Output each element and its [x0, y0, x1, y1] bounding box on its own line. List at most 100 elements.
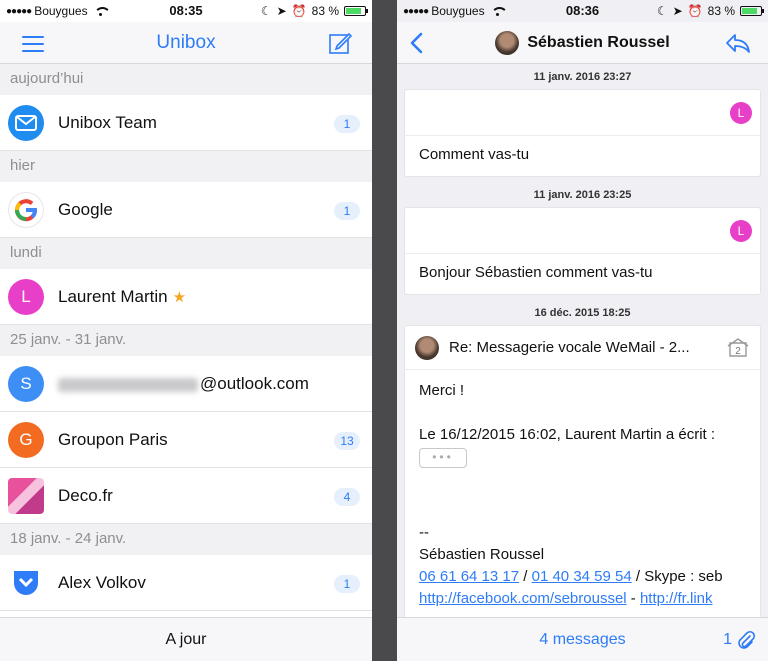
battery-percent: 83 % [707, 4, 735, 18]
battery-percent: 83 % [311, 4, 339, 18]
signature-separator: -- [419, 524, 429, 541]
shield-logo-icon [8, 565, 44, 601]
moon-icon: ☾ [260, 4, 272, 18]
message-header: L [405, 208, 760, 254]
compose-icon[interactable] [328, 31, 352, 55]
nav-bar: Unibox [0, 22, 372, 64]
unread-badge: 1 [334, 202, 360, 220]
battery-icon [344, 6, 368, 16]
section-header: 25 janv. - 31 janv. [0, 325, 372, 356]
contact-email-domain: @outlook.com [200, 374, 309, 393]
list-item-unibox-team[interactable]: Unibox Team 1 [0, 95, 372, 151]
contact-name: Alex Volkov [58, 573, 146, 592]
skype-text: / Skype : seb [631, 568, 723, 585]
section-header: lundi [0, 238, 372, 269]
reply-icon[interactable] [724, 31, 752, 55]
attachment-count: 1 [723, 631, 732, 648]
conversation-footer: 4 messages 1 [397, 617, 768, 661]
unread-badge: 1 [334, 575, 360, 593]
message-header: Re: Messagerie vocale WeMail - 2... 2 [405, 326, 760, 370]
section-header: aujourd’hui [0, 64, 372, 95]
deco-logo-icon [8, 478, 44, 514]
star-icon: ★ [172, 289, 187, 306]
message-body: Bonjour Sébastien comment vas-tu [419, 264, 653, 281]
thread-count: 2 [735, 346, 741, 357]
signature-name: Sébastien Roussel [419, 546, 545, 563]
avatar: L [8, 279, 44, 315]
separator-text: / [519, 568, 532, 585]
message-subject: Re: Messagerie vocale WeMail - 2... [449, 339, 690, 356]
message-card[interactable]: L Comment vas-tu [405, 90, 760, 176]
signature-links: http://facebook.com/sebroussel - http://… [419, 588, 746, 610]
separator-text: - [626, 590, 640, 607]
paperclip-icon [738, 630, 756, 649]
contact-header[interactable]: Sébastien Roussel [397, 31, 768, 55]
avatar: L [730, 220, 752, 242]
location-icon: ➤ [672, 4, 683, 18]
section-header: hier [0, 151, 372, 182]
list-item-deco[interactable]: Deco.fr 4 [0, 468, 372, 524]
status-bar: ●●●●● Bouygues 08:35 ☾ ➤ ⏰ 83 % [0, 0, 372, 22]
avatar: G [8, 422, 44, 458]
message-card[interactable]: L Bonjour Sébastien comment vas-tu [405, 208, 760, 294]
message-body: Merci ! Le 16/12/2015 16:02, Laurent Mar… [405, 370, 760, 617]
avatar: L [730, 102, 752, 124]
message-count-button[interactable]: 4 messages [397, 618, 768, 661]
contact-name: Sébastien Roussel [527, 34, 670, 51]
web-link[interactable]: http://fr.link [640, 590, 713, 607]
contact-name-wrap: @outlook.com [58, 374, 309, 394]
facebook-link[interactable]: http://facebook.com/sebroussel [419, 590, 627, 607]
location-icon: ➤ [276, 4, 287, 18]
status-bar: ●●●●● Bouygues 08:36 ☾ ➤ ⏰ 83 % [397, 0, 768, 22]
inbox-screen: ●●●●● Bouygues 08:35 ☾ ➤ ⏰ 83 % Unibox a… [0, 0, 372, 661]
unibox-logo-icon [8, 105, 44, 141]
message-line: Le 16/12/2015 16:02, Laurent Martin a éc… [419, 426, 716, 443]
nav-bar: Sébastien Roussel [397, 22, 768, 64]
message-card[interactable]: Re: Messagerie vocale WeMail - 2... 2 Me… [405, 326, 760, 617]
contact-name: Google [58, 200, 113, 219]
conversation-list: aujourd’hui Unibox Team 1 hier Google 1 … [0, 64, 372, 611]
list-item-google[interactable]: Google 1 [0, 182, 372, 238]
alarm-icon: ⏰ [291, 4, 307, 18]
message-header: L [405, 90, 760, 136]
list-item-laurent-martin[interactable]: L Laurent Martin ★ [0, 269, 372, 325]
message-thread: 11 janv. 2016 23:27 L Comment vas-tu 11 … [397, 64, 768, 617]
conversation-screen: ●●●●● Bouygues 08:36 ☾ ➤ ⏰ 83 % Sébastie… [397, 0, 768, 661]
contact-name: Deco.fr [58, 486, 113, 505]
message-body: Comment vas-tu [419, 146, 530, 163]
app-title: Unibox [156, 32, 216, 53]
message-line: Merci ! [419, 382, 464, 399]
contact-name: Laurent Martin [58, 287, 168, 306]
avatar: S [8, 366, 44, 402]
status-right: ☾ ➤ ⏰ 83 % [656, 4, 764, 18]
google-logo-icon [8, 192, 44, 228]
attachments-button[interactable]: 1 [723, 630, 756, 650]
unread-badge: 4 [334, 488, 360, 506]
message-date: 11 janv. 2016 23:27 [533, 71, 632, 83]
message-date: 11 janv. 2016 23:25 [533, 189, 632, 201]
list-item-alex-volkov[interactable]: Alex Volkov 1 [0, 555, 372, 611]
avatar [495, 31, 520, 55]
contact-name: Unibox Team [58, 113, 157, 132]
list-item-outlook[interactable]: S @outlook.com [0, 356, 372, 412]
unread-badge: 13 [334, 432, 360, 450]
message-date: 16 déc. 2015 18:25 [534, 307, 631, 319]
divider [372, 0, 397, 661]
contact-name-wrap: Laurent Martin ★ [58, 287, 186, 307]
signature-phones: 06 61 64 13 17 / 01 40 34 59 54 / Skype … [419, 566, 746, 588]
phone-link[interactable]: 01 40 34 59 54 [532, 568, 632, 585]
alarm-icon: ⏰ [687, 4, 703, 18]
redacted-text [58, 377, 198, 392]
unread-badge: 1 [334, 115, 360, 133]
status-right: ☾ ➤ ⏰ 83 % [260, 4, 368, 18]
thread-count-icon[interactable]: 2 [726, 338, 750, 358]
avatar [415, 336, 439, 360]
show-quoted-button[interactable]: ••• [419, 448, 467, 468]
phone-link[interactable]: 06 61 64 13 17 [419, 568, 519, 585]
battery-icon [740, 6, 764, 16]
contact-name: Groupon Paris [58, 430, 168, 449]
section-header: 18 janv. - 24 janv. [0, 524, 372, 555]
moon-icon: ☾ [656, 4, 668, 18]
sync-status: A jour [0, 617, 372, 661]
list-item-groupon[interactable]: G Groupon Paris 13 [0, 412, 372, 468]
